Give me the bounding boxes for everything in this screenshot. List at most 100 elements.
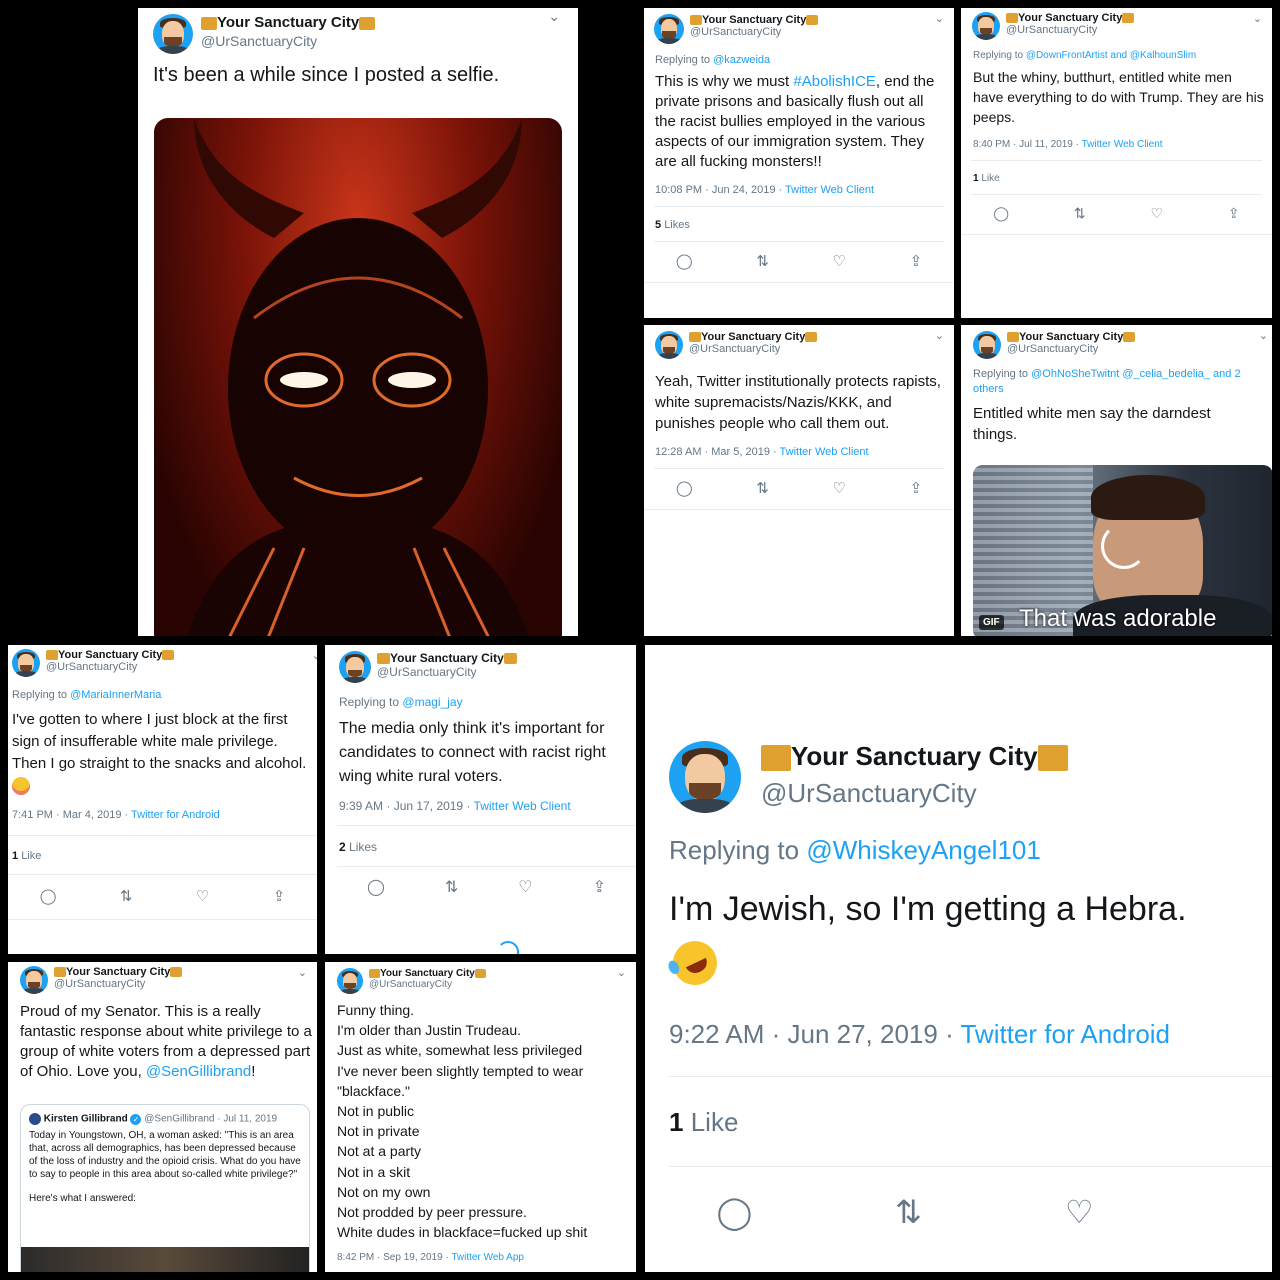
display-name[interactable]: Your Sanctuary City — [1018, 12, 1122, 24]
display-name[interactable]: Your Sanctuary City — [58, 649, 162, 661]
display-name[interactable]: Your Sanctuary City — [1019, 331, 1123, 343]
handle[interactable]: @UrSanctuaryCity — [377, 665, 517, 679]
display-name[interactable]: Your Sanctuary City — [701, 331, 805, 343]
action-bar: ◯ ⇅ ♡ ⇪ — [961, 205, 1272, 222]
chevron-down-icon[interactable]: ⌄ — [548, 8, 560, 25]
handle[interactable]: @UrSanctuaryCity — [369, 979, 486, 990]
quote-video-thumbnail[interactable] — [21, 1247, 309, 1272]
timestamp[interactable]: 7:41 PM · Mar 4, 2019 · — [12, 809, 131, 821]
chevron-down-icon[interactable]: ⌄ — [1253, 12, 1262, 25]
handle[interactable]: @UrSanctuaryCity — [201, 33, 375, 49]
quote-header: Kirsten Gillibrand ✓ @SenGillibrand · Ju… — [29, 1113, 301, 1125]
like-count[interactable]: 2 Likes — [339, 840, 636, 854]
retweet-icon[interactable]: ⇅ — [756, 252, 769, 270]
display-name[interactable]: Your Sanctuary City — [702, 14, 806, 26]
heart-icon[interactable]: ♡ — [832, 252, 845, 270]
display-name[interactable]: Your Sanctuary City — [390, 651, 504, 665]
share-icon[interactable]: ⇪ — [910, 252, 923, 270]
retweet-icon[interactable]: ⇅ — [895, 1193, 922, 1231]
retweet-icon[interactable]: ⇅ — [1074, 205, 1086, 222]
timestamp[interactable]: 8:42 PM · Sep 19, 2019 · — [337, 1252, 451, 1263]
heart-icon[interactable]: ♡ — [196, 887, 209, 905]
handle[interactable]: @UrSanctuaryCity — [1006, 24, 1134, 36]
timestamp[interactable]: 9:39 AM · Jun 17, 2019 · — [339, 799, 474, 813]
mention-link[interactable]: @magi_jay — [402, 695, 462, 709]
display-name[interactable]: Your Sanctuary City — [66, 966, 170, 978]
handle[interactable]: @UrSanctuaryCity — [761, 778, 1068, 809]
reply-icon[interactable]: ◯ — [993, 205, 1009, 222]
client-link[interactable]: Twitter Web Client — [785, 184, 874, 196]
night-city-icon — [1123, 332, 1136, 343]
timestamp[interactable]: 10:08 PM · Jun 24, 2019 · — [655, 184, 785, 196]
retweet-icon[interactable]: ⇅ — [445, 877, 458, 897]
tweet-text: I've gotten to where I just block at the… — [12, 711, 307, 772]
reply-icon[interactable]: ◯ — [367, 877, 385, 897]
quote-author-name[interactable]: Kirsten Gillibrand — [44, 1114, 128, 1125]
reply-icon[interactable]: ◯ — [676, 479, 693, 497]
chevron-down-icon[interactable]: ⌄ — [298, 966, 307, 979]
retweet-icon[interactable]: ⇅ — [120, 887, 133, 905]
avatar[interactable] — [20, 966, 48, 994]
avatar[interactable] — [655, 331, 683, 359]
timestamp[interactable]: 9:22 AM · Jun 27, 2019 · — [669, 1019, 960, 1049]
avatar[interactable] — [337, 968, 363, 994]
share-icon[interactable]: ⇪ — [910, 479, 923, 497]
client-link[interactable]: Twitter Web Client — [474, 799, 571, 813]
devil-selfie-image[interactable] — [154, 118, 562, 636]
client-link[interactable]: Twitter for Android — [960, 1019, 1170, 1049]
heart-icon[interactable]: ♡ — [1150, 205, 1163, 222]
client-link[interactable]: Twitter Web App — [451, 1252, 524, 1263]
mention-link[interactable]: @MariaInnerMaria — [70, 689, 161, 701]
avatar[interactable] — [153, 14, 193, 54]
handle[interactable]: @UrSanctuaryCity — [689, 343, 817, 355]
handle[interactable]: @UrSanctuaryCity — [46, 661, 174, 673]
client-link[interactable]: Twitter for Android — [131, 809, 220, 821]
timestamp[interactable]: 8:40 PM · Jul 11, 2019 · — [973, 139, 1082, 150]
handle[interactable]: @UrSanctuaryCity — [54, 978, 182, 990]
like-count-number: 1 — [973, 173, 979, 184]
avatar[interactable] — [669, 741, 741, 813]
avatar[interactable] — [973, 331, 1001, 359]
mention-link[interactable]: @WhiskeyAngel101 — [806, 835, 1041, 865]
avatar[interactable] — [654, 14, 684, 44]
display-name[interactable]: Your Sanctuary City — [217, 14, 359, 31]
client-link[interactable]: Twitter Web Client — [780, 446, 869, 458]
avatar[interactable] — [972, 12, 1000, 40]
tweet-meta: 8:40 PM · Jul 11, 2019 · Twitter Web Cli… — [973, 139, 1272, 150]
like-count[interactable]: 5 Likes — [655, 219, 954, 231]
like-count[interactable]: 1 Like — [669, 1107, 1272, 1138]
like-count[interactable]: 1 Like — [973, 173, 1272, 184]
timestamp[interactable]: 12:28 AM · Mar 5, 2019 · — [655, 446, 780, 458]
heart-icon[interactable]: ♡ — [518, 877, 532, 897]
chevron-down-icon[interactable]: ⌄ — [617, 966, 626, 979]
reply-icon[interactable]: ◯ — [716, 1193, 752, 1231]
chevron-down-icon[interactable]: ⌄ — [935, 329, 944, 342]
share-icon[interactable]: ⇪ — [273, 887, 286, 905]
display-name[interactable]: Your Sanctuary City — [380, 968, 475, 979]
retweet-icon[interactable]: ⇅ — [756, 479, 769, 497]
chevron-down-icon[interactable]: ⌄ — [312, 649, 317, 662]
chevron-down-icon[interactable]: ⌄ — [1259, 329, 1268, 342]
avatar[interactable] — [339, 651, 371, 683]
tweet-meta: 7:41 PM · Mar 4, 2019 · Twitter for Andr… — [12, 809, 317, 821]
chevron-down-icon[interactable]: ⌄ — [935, 12, 944, 25]
mention-link[interactable]: @kazweida — [713, 54, 770, 66]
handle[interactable]: @UrSanctuaryCity — [690, 26, 818, 38]
mention-link[interactable]: @DownFrontArtist and @KalhounSlim — [1026, 50, 1196, 61]
gif-media[interactable]: GIF That was adorable — [973, 465, 1272, 636]
heart-icon[interactable]: ♡ — [1065, 1193, 1094, 1231]
share-icon[interactable]: ⇪ — [593, 877, 606, 897]
share-icon[interactable]: ⇪ — [1228, 205, 1240, 222]
avatar[interactable] — [12, 649, 40, 677]
quoted-tweet[interactable]: Kirsten Gillibrand ✓ @SenGillibrand · Ju… — [20, 1104, 310, 1272]
hashtag-link[interactable]: #AbolishICE — [793, 73, 876, 90]
handle[interactable]: @UrSanctuaryCity — [1007, 343, 1135, 355]
client-link[interactable]: Twitter Web Client — [1082, 139, 1163, 150]
tweet-card-darndest-things: Your Sanctuary City @UrSanctuaryCity ⌄ R… — [961, 325, 1272, 636]
mention-link[interactable]: @SenGillibrand — [146, 1063, 251, 1080]
reply-icon[interactable]: ◯ — [40, 887, 57, 905]
reply-icon[interactable]: ◯ — [676, 252, 693, 270]
heart-icon[interactable]: ♡ — [832, 479, 845, 497]
display-name[interactable]: Your Sanctuary City — [791, 741, 1038, 771]
like-count[interactable]: 1 Like — [12, 850, 317, 862]
